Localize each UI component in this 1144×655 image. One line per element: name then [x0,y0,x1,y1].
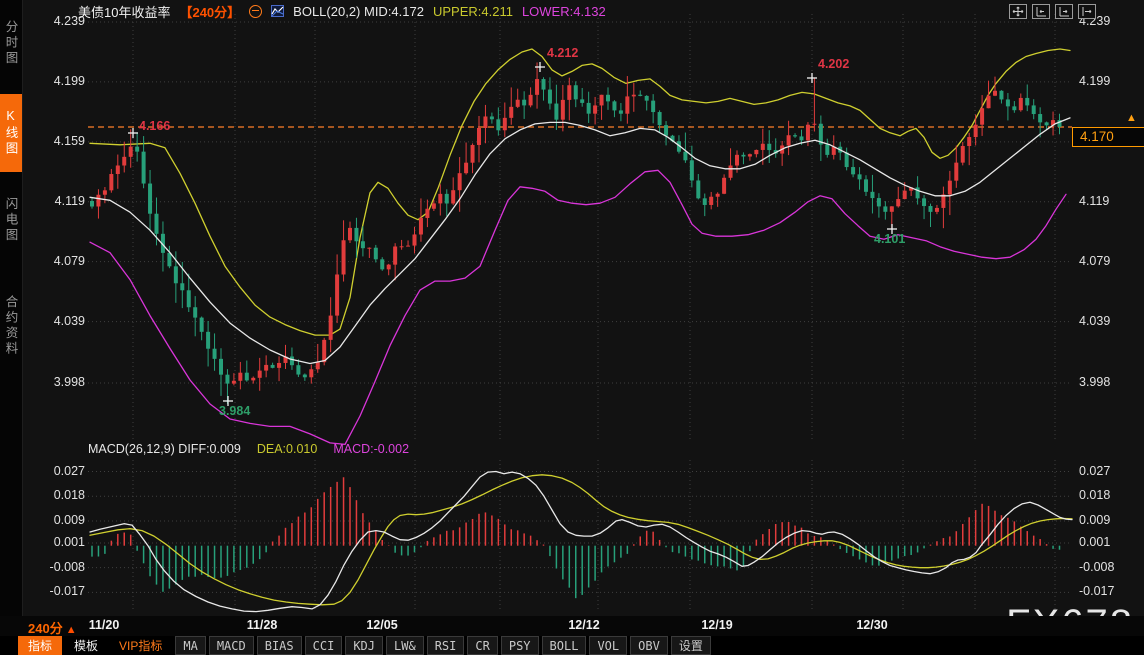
date-tick: 12/12 [568,618,599,632]
left-sidebar: 分时图 K线图闪电图合约资料 [0,0,23,655]
price-tick-left: 4.119 [55,194,85,208]
sidebar-tab-合约资料[interactable]: 合约资料 [0,270,22,382]
price-axis-right: 4.2394.1994.1594.1194.0794.0393.9980.027… [1079,0,1143,655]
macd-tick-right: 0.009 [1079,513,1110,527]
period-text: 240分 [28,621,63,636]
macd-tick-right: -0.017 [1079,584,1114,598]
price-annotation: 4.202 [818,57,849,71]
price-annotation: 4.166 [139,119,170,133]
sidebar-tab-K线图[interactable]: K线图 [0,94,22,172]
toolbar-button-BIAS[interactable]: BIAS [257,636,302,655]
chart-tool-icons [1009,4,1096,19]
toolbar-button-VIP指标[interactable]: VIP指标 [110,636,171,655]
date-tick: 12/19 [701,618,732,632]
price-tick-left: 4.199 [54,74,85,88]
period-arrow-icon: ▲ [63,624,77,636]
toolbar-button-RSI[interactable]: RSI [427,636,465,655]
chart-application: 4.1664.2124.2024.1013.984 分时图K线图闪电图合约资料 … [0,0,1144,655]
zoom-axis-right-icon[interactable] [1055,4,1073,19]
price-tick-left: 4.159 [54,134,85,148]
period-tag[interactable]: 【240分】 [179,2,240,21]
toolbar-button-OBV[interactable]: OBV [630,636,668,655]
toolbar-button-模板[interactable]: 模板 [65,636,107,655]
candlestick-macd-chart[interactable]: 4.166 4.212 4.202 4.101 3.984 [0,0,1144,655]
sidebar-tab-分时图[interactable]: 分时图 [0,6,22,80]
macd-dea-value: DEA:0.010 [257,442,317,456]
mini-chart-icon[interactable] [271,5,284,17]
boll-mid-value: BOLL(20,2) MID:4.172 [293,4,424,19]
toolbar-button-CR[interactable]: CR [467,636,497,655]
price-annotation: 4.212 [547,46,578,60]
toolbar-button-CCI[interactable]: CCI [305,636,343,655]
time-axis-row: 240分 ▲ 11/20 11/28 12/05 12/12 12/19 12/30 [0,616,1144,636]
date-tick: 11/20 [89,618,120,632]
price-tick-right: 4.039 [1079,314,1110,328]
price-tick-right: 4.079 [1079,254,1110,268]
date-tick: 12/30 [856,618,887,632]
price-tick-right: 4.119 [1079,194,1109,208]
price-pin-icon: ▲ [1126,112,1137,124]
toolbar-button-LW&[interactable]: LW& [386,636,424,655]
toolbar-button-MACD[interactable]: MACD [209,636,254,655]
date-tick: 11/28 [247,618,278,632]
sidebar-tab-闪电图[interactable]: 闪电图 [0,182,22,258]
toolbar-button-BOLL[interactable]: BOLL [542,636,587,655]
price-tick-right: 4.199 [1079,74,1110,88]
macd-tick-left: 0.001 [54,535,85,549]
macd-tick-left: 0.027 [54,464,85,478]
price-tick-left: 4.039 [54,314,85,328]
macd-diff-value: MACD(26,12,9) DIFF:0.009 [88,442,241,456]
toolbar-button-设置[interactable]: 设置 [671,636,711,655]
macd-tick-right: 0.001 [1079,535,1110,549]
toolbar-button-PSY[interactable]: PSY [501,636,539,655]
toolbar-button-VOL[interactable]: VOL [589,636,627,655]
zoom-axis-left-icon[interactable] [1032,4,1050,19]
price-tick-left: 4.079 [54,254,85,268]
macd-tick-left: -0.017 [50,584,85,598]
macd-tick-right: 0.018 [1079,488,1110,502]
price-tick-right: 3.998 [1079,375,1110,389]
macd-tick-left: 0.009 [54,513,85,527]
date-tick: 12/05 [366,618,397,632]
instrument-title: 美债10年收益率 [78,2,170,21]
boll-lower-value: LOWER:4.132 [522,4,606,19]
chart-header: 美债10年收益率 【240分】 BOLL(20,2) MID:4.172 UPP… [78,2,606,20]
macd-tick-left: -0.008 [50,560,85,574]
macd-tick-left: 0.018 [54,488,85,502]
price-tick-left: 3.998 [54,375,85,389]
indicator-toolbar: 指标模板VIP指标MAMACDBIASCCIKDJLW&RSICRPSYBOLL… [0,636,1144,655]
macd-tick-right: 0.027 [1079,464,1110,478]
pan-move-icon[interactable] [1009,4,1027,19]
macd-hist-value: MACD:-0.002 [333,442,409,456]
remove-indicator-icon[interactable] [249,5,262,18]
price-annotation: 3.984 [219,404,250,418]
toolbar-button-MA[interactable]: MA [175,636,205,655]
macd-header: MACD(26,12,9) DIFF:0.009 DEA:0.010 MACD:… [88,442,409,456]
macd-tick-right: -0.008 [1079,560,1114,574]
period-selector[interactable]: 240分 ▲ [28,618,77,637]
boll-upper-value: UPPER:4.211 [433,4,513,19]
last-price-badge: 4.170 [1072,127,1144,147]
toolbar-button-指标[interactable]: 指标 [18,636,62,655]
price-annotation: 4.101 [874,232,905,246]
shift-right-icon[interactable] [1078,4,1096,19]
toolbar-button-KDJ[interactable]: KDJ [345,636,383,655]
